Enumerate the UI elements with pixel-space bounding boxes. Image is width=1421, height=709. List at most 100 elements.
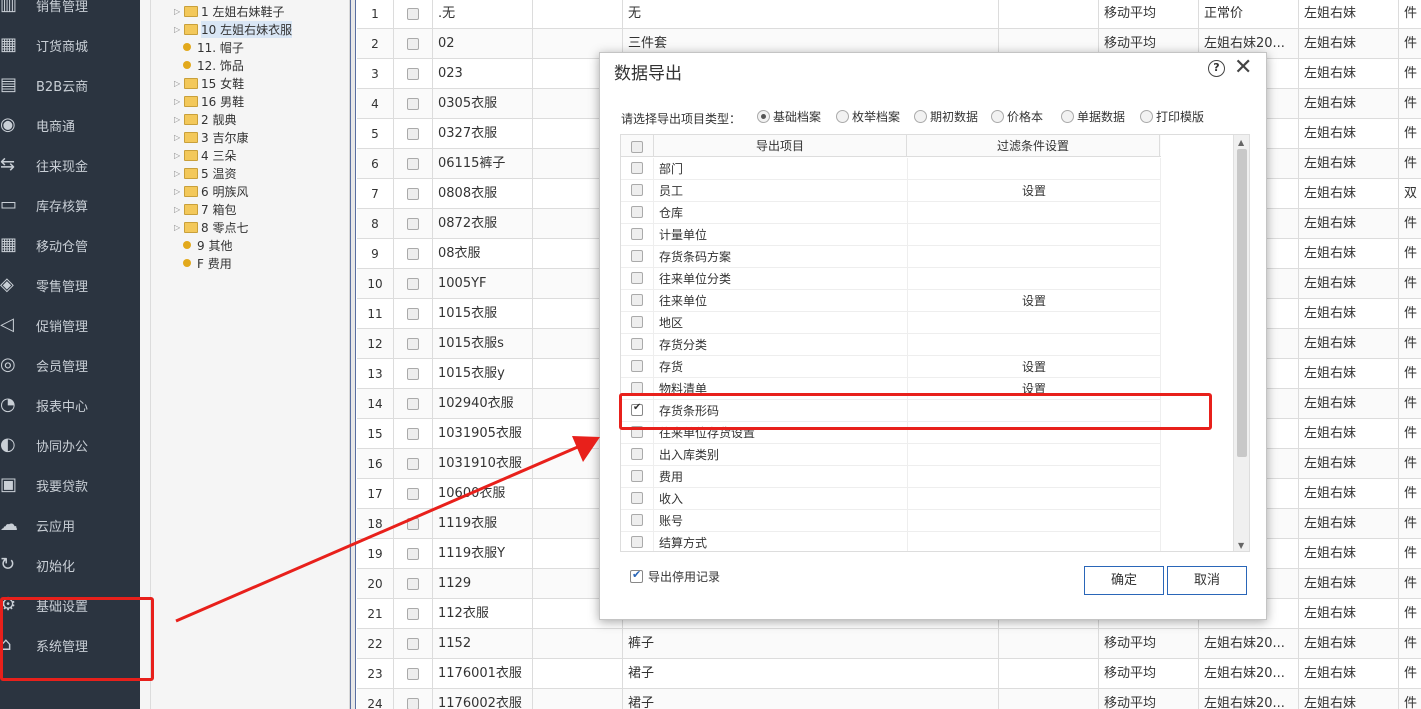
export-item-row[interactable]: 计量单位 xyxy=(621,224,1161,246)
scroll-thumb[interactable] xyxy=(1237,149,1247,457)
export-item-checkbox[interactable] xyxy=(631,514,643,526)
export-item-row[interactable]: 地区 xyxy=(621,312,1161,334)
scroll-down-icon[interactable]: ▼ xyxy=(1238,541,1244,550)
ok-button[interactable]: 确定 xyxy=(1084,566,1164,595)
radio-option-2[interactable]: 期初数据 xyxy=(914,108,978,125)
export-item-row[interactable]: 结算方式 xyxy=(621,532,1161,551)
tree-node[interactable]: 11. 帽子 xyxy=(180,38,244,56)
sidebar-item-1[interactable]: ▦ 订货商城 xyxy=(0,25,140,65)
row-checkbox[interactable] xyxy=(407,97,419,110)
close-icon[interactable]: ✕ xyxy=(1234,55,1252,80)
scroll-up-icon[interactable]: ▲ xyxy=(1238,138,1244,147)
sidebar-item-5[interactable]: ▭ 库存核算 xyxy=(0,185,140,225)
row-checkbox[interactable] xyxy=(407,157,419,170)
export-item-row[interactable]: 员工 设置 xyxy=(621,180,1161,202)
sidebar-item-2[interactable]: ▤ B2B云商 xyxy=(0,65,140,105)
row-checkbox[interactable] xyxy=(407,337,419,350)
export-item-row[interactable]: 账号 xyxy=(621,510,1161,532)
tree-node[interactable]: ▷ 1 左姐右妹鞋子 xyxy=(174,2,284,20)
row-checkbox[interactable] xyxy=(407,697,419,709)
export-item-checkbox[interactable] xyxy=(631,470,643,482)
expand-arrow-icon[interactable]: ▷ xyxy=(174,79,184,88)
radio-button[interactable] xyxy=(1061,110,1074,123)
sidebar-item-13[interactable]: ☁ 云应用 xyxy=(0,505,140,545)
export-stopped-option[interactable]: 导出停用记录 xyxy=(630,568,720,585)
sidebar-item-10[interactable]: ◔ 报表中心 xyxy=(0,385,140,425)
export-item-checkbox[interactable] xyxy=(631,448,643,460)
export-item-checkbox[interactable] xyxy=(631,492,643,504)
table-row[interactable]: 1 .无 无 移动平均 正常价 左姐右妹件 xyxy=(357,0,1421,29)
tree-node[interactable]: ▷ 10 左姐右妹衣服 xyxy=(174,20,293,38)
tree-node[interactable]: ▷ 2 靓典 xyxy=(174,110,236,128)
tree-node[interactable]: ▷ 8 零点七 xyxy=(174,218,248,236)
export-item-row[interactable]: 出入库类别 xyxy=(621,444,1161,466)
export-item-row[interactable]: 部门 xyxy=(621,158,1161,180)
list-scrollbar[interactable]: ▲ ▼ xyxy=(1233,135,1249,551)
export-item-row[interactable]: 收入 xyxy=(621,488,1161,510)
row-checkbox[interactable] xyxy=(407,667,419,680)
export-stopped-checkbox[interactable] xyxy=(630,568,643,583)
tree-node[interactable]: ▷ 6 明族风 xyxy=(174,182,248,200)
radio-option-3[interactable]: 价格本 xyxy=(991,108,1043,125)
tree-node[interactable]: 12. 饰品 xyxy=(180,56,244,74)
radio-option-1[interactable]: 枚举档案 xyxy=(836,108,900,125)
sidebar-item-9[interactable]: ◎ 会员管理 xyxy=(0,345,140,385)
row-checkbox[interactable] xyxy=(407,37,419,50)
sidebar-item-11[interactable]: ◐ 协同办公 xyxy=(0,425,140,465)
panel-splitter[interactable] xyxy=(350,0,356,709)
sidebar-item-0[interactable]: ▥ 销售管理 xyxy=(0,0,140,25)
expand-arrow-icon[interactable]: ▷ xyxy=(174,7,184,16)
export-item-checkbox[interactable] xyxy=(631,184,643,196)
expand-arrow-icon[interactable]: ▷ xyxy=(174,115,184,124)
row-checkbox[interactable] xyxy=(407,577,419,590)
row-checkbox[interactable] xyxy=(407,277,419,290)
export-item-checkbox[interactable] xyxy=(631,272,643,284)
tree-node[interactable]: 9 其他 xyxy=(180,236,232,254)
export-item-checkbox[interactable] xyxy=(631,316,643,328)
expand-arrow-icon[interactable]: ▷ xyxy=(174,97,184,106)
expand-arrow-icon[interactable]: ▷ xyxy=(174,151,184,160)
select-all-cell[interactable] xyxy=(621,135,654,157)
radio-button[interactable] xyxy=(1140,110,1153,123)
row-checkbox[interactable] xyxy=(407,487,419,500)
cancel-button[interactable]: 取消 xyxy=(1167,566,1247,595)
export-item-checkbox[interactable] xyxy=(631,162,643,174)
expand-arrow-icon[interactable]: ▷ xyxy=(174,169,184,178)
export-item-row[interactable]: 存货分类 xyxy=(621,334,1161,356)
table-row[interactable]: 23 1176001衣服 裙子 移动平均 左姐右妹20... 左姐右妹件 xyxy=(357,659,1421,689)
row-checkbox[interactable] xyxy=(407,247,419,260)
sidebar-item-7[interactable]: ◈ 零售管理 xyxy=(0,265,140,305)
row-checkbox[interactable] xyxy=(407,67,419,80)
help-icon[interactable]: ? xyxy=(1208,60,1225,77)
filter-setting-link[interactable]: 设置 xyxy=(907,290,1160,312)
expand-arrow-icon[interactable]: ▷ xyxy=(174,133,184,142)
select-all-checkbox[interactable] xyxy=(631,140,643,153)
export-item-checkbox[interactable] xyxy=(631,338,643,350)
export-item-checkbox[interactable] xyxy=(631,206,643,218)
radio-option-5[interactable]: 打印模版 xyxy=(1140,108,1204,125)
export-item-row[interactable]: 往来单位分类 xyxy=(621,268,1161,290)
filter-setting-link[interactable]: 设置 xyxy=(907,180,1160,202)
sidebar-item-4[interactable]: ⇆ 往来现金 xyxy=(0,145,140,185)
row-checkbox[interactable] xyxy=(407,127,419,140)
radio-button[interactable] xyxy=(914,110,927,123)
expand-arrow-icon[interactable]: ▷ xyxy=(174,223,184,232)
export-item-checkbox[interactable] xyxy=(631,228,643,240)
export-item-row[interactable]: 费用 xyxy=(621,466,1161,488)
expand-arrow-icon[interactable]: ▷ xyxy=(174,25,184,34)
export-item-row[interactable]: 往来单位 设置 xyxy=(621,290,1161,312)
row-checkbox[interactable] xyxy=(407,547,419,560)
radio-button[interactable] xyxy=(757,110,770,123)
tree-node[interactable]: F 费用 xyxy=(180,254,232,272)
expand-arrow-icon[interactable]: ▷ xyxy=(174,187,184,196)
tree-node[interactable]: ▷ 5 温资 xyxy=(174,164,236,182)
row-checkbox[interactable] xyxy=(407,397,419,410)
sidebar-item-14[interactable]: ↻ 初始化 xyxy=(0,545,140,585)
sidebar-item-8[interactable]: ◁ 促销管理 xyxy=(0,305,140,345)
row-checkbox[interactable] xyxy=(407,457,419,470)
filter-setting-link[interactable]: 设置 xyxy=(907,356,1160,378)
sidebar-item-6[interactable]: ▦ 移动仓管 xyxy=(0,225,140,265)
tree-node[interactable]: ▷ 4 三朵 xyxy=(174,146,236,164)
export-item-row[interactable]: 仓库 xyxy=(621,202,1161,224)
radio-button[interactable] xyxy=(991,110,1004,123)
